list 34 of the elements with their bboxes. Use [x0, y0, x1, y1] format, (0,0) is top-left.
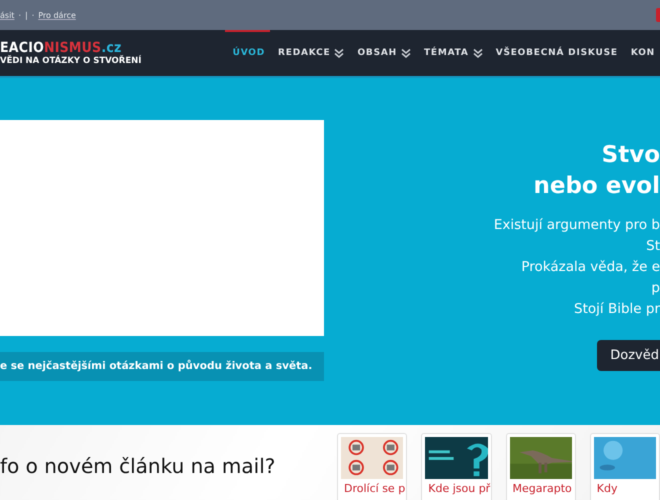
hero-text: St: [646, 237, 660, 256]
hero-text: Existují argumenty pro b: [494, 216, 660, 235]
learn-more-button[interactable]: Dozvěd: [597, 340, 660, 371]
article-title[interactable]: Drolící se p: [341, 482, 404, 496]
article-card[interactable]: Megarapto: [506, 433, 576, 500]
nav-item[interactable]: TÉMATA: [416, 30, 488, 76]
hero-title: Stvo: [600, 141, 660, 170]
double-chevron-icon: [400, 48, 411, 58]
nav-item[interactable]: OBSAH: [349, 30, 416, 76]
article-card[interactable]: Kdy: [590, 433, 660, 500]
article-title[interactable]: Megarapto: [510, 482, 572, 496]
newsletter-heading: fo o novém článku na mail?: [0, 454, 276, 478]
nav-item[interactable]: REDAKCE: [270, 30, 350, 76]
site-logo[interactable]: EACIONISMUS.cz: [0, 40, 222, 56]
article-card[interactable]: Drolící se p: [337, 433, 408, 500]
top-link[interactable]: Pro dárce: [38, 10, 76, 20]
hero-text: p: [651, 279, 660, 298]
double-chevron-icon: [334, 48, 344, 58]
header-button[interactable]: [656, 8, 660, 22]
nav-item[interactable]: ÚVOD: [224, 30, 270, 76]
logo-tagline: VĚDI NA OTÁZKY O STVOŘENÍ: [0, 56, 142, 66]
article-card[interactable]: Kde jsou př: [421, 433, 492, 500]
separator-text: |: [24, 10, 28, 20]
article-title[interactable]: Kdy: [594, 482, 656, 496]
hero-text: Stojí Bible pr: [574, 300, 660, 319]
top-link[interactable]: ásit: [0, 10, 14, 20]
separator-text: ·: [32, 10, 34, 20]
double-chevron-icon: [472, 48, 483, 58]
hero-text: Prokázala věda, že e: [521, 258, 660, 277]
hero-title: nebo evol: [533, 172, 660, 201]
separator-text: ·: [18, 10, 21, 20]
nav-item[interactable]: VŠEOBECNÁ DISKUSE: [488, 30, 623, 76]
video-caption: e se nejčastějšími otázkami o původu života a světa.: [0, 352, 324, 381]
nav-item[interactable]: KON: [622, 30, 660, 76]
